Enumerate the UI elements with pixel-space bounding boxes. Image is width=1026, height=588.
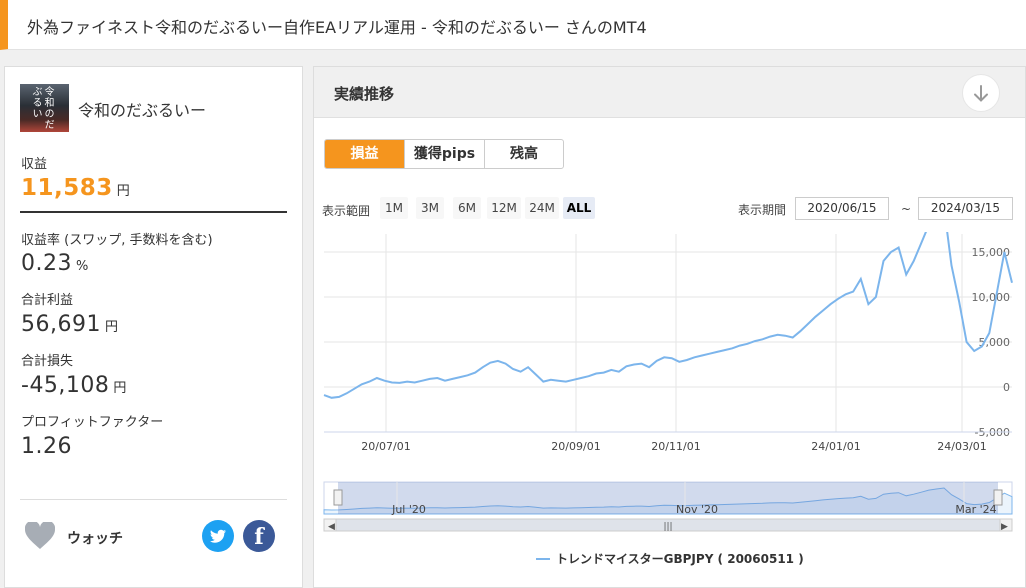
navigator-tick-label: Mar '24 — [955, 503, 996, 516]
x-tick-label: 24/03/01 — [937, 440, 986, 453]
scroll-grip-icon: ||| — [663, 522, 672, 532]
gross-profit-label: 合計利益 — [21, 293, 74, 308]
watch-divider — [20, 499, 287, 500]
profit-unit: 円 — [116, 184, 131, 199]
avatar-text: 令和のだぶるい — [30, 86, 53, 130]
tab-pips[interactable]: 獲得pips — [404, 140, 484, 168]
range-24m-button[interactable]: 24M — [525, 197, 559, 219]
profit-label: 収益 — [21, 157, 48, 172]
navigator-handle — [333, 489, 343, 506]
profile-name[interactable]: 令和のだぶるいー — [78, 97, 206, 121]
panel-title: 実績推移 — [334, 85, 395, 103]
gross-loss-number: -45,108 — [21, 373, 110, 398]
gross-profit-unit: 円 — [104, 320, 119, 335]
performance-panel: 実績推移 損益 獲得pips 残高 表示範囲 1M 3M 6M 12M 24M … — [313, 66, 1026, 588]
gross-profit-value: 56,691 円 — [21, 312, 119, 337]
range-3m-button[interactable]: 3M — [416, 197, 444, 219]
x-tick-label: 20/07/01 — [361, 440, 410, 453]
y-tick-label: 0 — [1003, 381, 1010, 394]
profit-divider — [20, 211, 287, 213]
facebook-share-button[interactable]: f — [243, 520, 275, 552]
rate-number: 0.23 — [21, 251, 72, 276]
download-button[interactable] — [962, 74, 1000, 112]
scroll-left-icon: ◀ — [328, 522, 335, 532]
tab-balance[interactable]: 残高 — [484, 140, 563, 168]
date-to-input[interactable]: 2024/03/15 — [918, 197, 1013, 220]
rate-value: 0.23% — [21, 251, 89, 276]
date-separator: ~ — [901, 202, 912, 216]
scroll-right-icon: ▶ — [1001, 522, 1008, 532]
profit-value: 11,583 円 — [21, 175, 130, 201]
twitter-share-button[interactable] — [202, 520, 234, 552]
navigator-selection — [338, 482, 998, 514]
rate-unit: % — [75, 259, 89, 274]
tab-profit[interactable]: 損益 — [325, 140, 404, 168]
legend-label: トレンドマイスターGBPJPY ( 20060511 ) — [556, 552, 804, 566]
page-header: 外為ファイネスト令和のだぶるいー自作EAリアル運用 - 令和のだぶるいー さんの… — [0, 0, 1026, 50]
profit-factor-label: プロフィットファクター — [21, 415, 164, 430]
date-from-input[interactable]: 2020/06/15 — [795, 197, 889, 220]
avatar[interactable]: 令和のだぶるい — [20, 84, 69, 132]
x-tick-label: 20/11/01 — [651, 440, 700, 453]
period-label: 表示期間 — [738, 203, 787, 217]
gross-profit-number: 56,691 — [21, 312, 101, 337]
profit-factor-value: 1.26 — [21, 434, 72, 459]
profit-number: 11,583 — [21, 175, 113, 201]
navigator-tick-label: Jul '20 — [391, 503, 426, 516]
range-6m-button[interactable]: 6M — [453, 197, 481, 219]
heart-icon — [25, 522, 55, 549]
gross-loss-unit: 円 — [113, 381, 127, 396]
watch-button[interactable]: ウォッチ — [25, 522, 145, 552]
facebook-icon: f — [254, 524, 264, 550]
x-tick-label: 24/01/01 — [811, 440, 860, 453]
chart-tabs: 損益 獲得pips 残高 — [324, 139, 564, 169]
y-tick-label: 10,000 — [972, 291, 1011, 304]
watch-label: ウォッチ — [67, 531, 123, 547]
range-label: 表示範囲 — [322, 204, 371, 218]
arrow-down-icon — [974, 85, 988, 102]
panel-header: 実績推移 — [314, 67, 1025, 118]
range-all-button[interactable]: ALL — [563, 197, 595, 219]
profile-card: 令和のだぶるい 令和のだぶるいー 収益 11,583 円 収益率 (スワップ, 手… — [4, 66, 303, 588]
rate-label: 収益率 (スワップ, 手数料を含む) — [21, 233, 213, 248]
range-12m-button[interactable]: 12M — [487, 197, 521, 219]
x-tick-label: 20/09/01 — [551, 440, 600, 453]
navigator-tick-label: Nov '20 — [676, 503, 718, 516]
gross-loss-value: -45,108 円 — [21, 373, 127, 398]
gross-loss-label: 合計損失 — [21, 354, 74, 369]
profit-chart[interactable]: 15,00010,0005,0000-5,00020/07/01 20/09/01… — [314, 232, 1025, 582]
range-1m-button[interactable]: 1M — [380, 197, 408, 219]
page-title: 外為ファイネスト令和のだぶるいー自作EAリアル運用 - 令和のだぶるいー さんの… — [27, 18, 647, 37]
twitter-icon — [210, 529, 226, 543]
series-line — [323, 232, 1013, 399]
